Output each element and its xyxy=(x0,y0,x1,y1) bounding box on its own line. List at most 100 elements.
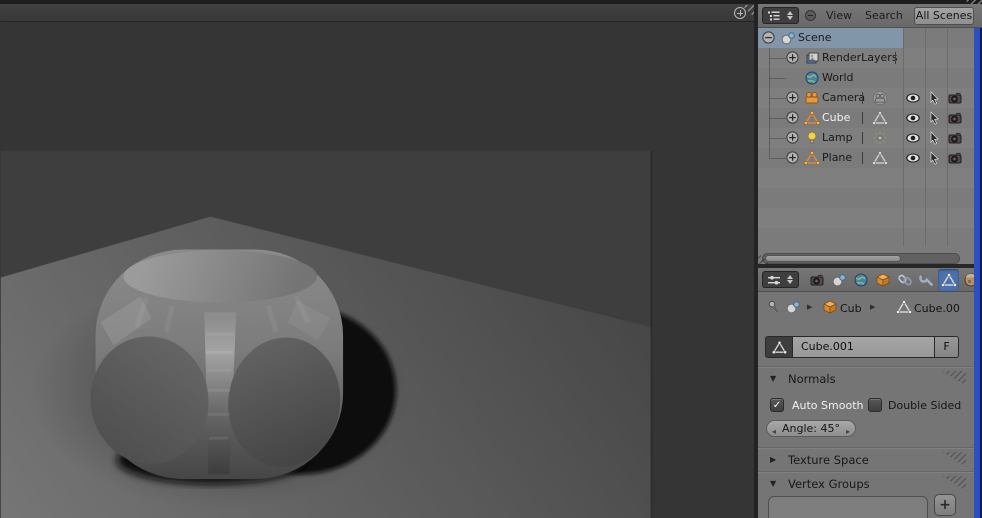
auto-smooth-checkbox[interactable]: ✓ xyxy=(770,398,784,412)
panel-header-texture-space[interactable]: ▶ Texture Space xyxy=(758,451,974,469)
visibility-eye-icon[interactable] xyxy=(905,130,921,146)
panel-header-normals[interactable]: ▼ Normals xyxy=(758,370,974,388)
tab-constraints-icon[interactable] xyxy=(894,269,915,291)
tab-object-data-icon[interactable] xyxy=(938,269,959,291)
selector-arrows-icon xyxy=(784,11,796,20)
selectability-cursor-icon[interactable] xyxy=(926,110,942,126)
selectability-cursor-icon[interactable] xyxy=(926,130,942,146)
mesh-object-icon xyxy=(804,150,820,166)
tab-world-icon[interactable] xyxy=(850,269,871,291)
outliner-row-scene[interactable]: Scene xyxy=(758,28,974,48)
expand-icon[interactable] xyxy=(786,91,799,104)
auto-smooth-label[interactable]: Auto Smooth xyxy=(792,399,863,412)
item-label[interactable]: Scene xyxy=(798,31,832,44)
mesh-data-icon xyxy=(872,110,888,126)
breadcrumb-arrow-icon: ▶ xyxy=(807,303,813,311)
visibility-eye-icon[interactable] xyxy=(905,110,921,126)
increment-arrow-icon[interactable]: ▸ xyxy=(846,424,850,439)
camera-object-icon xyxy=(804,90,820,106)
vertex-groups-list[interactable] xyxy=(768,496,928,518)
renderlayers-icon xyxy=(804,50,820,66)
panel-divider xyxy=(758,447,974,449)
display-mode-dropdown[interactable]: All Scenes xyxy=(914,7,974,25)
breadcrumb-mesh-icon[interactable] xyxy=(896,299,912,315)
double-sided-label[interactable]: Double Sided xyxy=(888,399,961,412)
datablock-name-input[interactable]: Cube.001 xyxy=(793,336,935,358)
outliner-row-world[interactable]: World xyxy=(758,68,974,88)
editor-type-selector[interactable] xyxy=(762,271,799,288)
renderability-camera-icon[interactable] xyxy=(947,110,963,126)
outliner[interactable]: Scene RenderLayers World Camera Cube Lam… xyxy=(758,28,974,264)
panel-title[interactable]: Vertex Groups xyxy=(788,477,870,491)
collapse-triangle-icon[interactable]: ▼ xyxy=(770,374,776,383)
expand-icon[interactable] xyxy=(786,131,799,144)
panel-drag-icon[interactable] xyxy=(942,452,966,467)
breadcrumb-mesh-label[interactable]: Cube.00 xyxy=(914,302,960,315)
selectability-cursor-icon[interactable] xyxy=(926,90,942,106)
tab-render-icon[interactable] xyxy=(806,269,827,291)
collapse-icon[interactable] xyxy=(762,31,775,44)
smoothed-cube[interactable] xyxy=(83,249,347,480)
item-label[interactable]: World xyxy=(822,71,854,84)
double-sided-checkbox[interactable] xyxy=(868,398,882,412)
outliner-header[interactable]: View Search All Scenes xyxy=(758,4,982,28)
panel-header-vertex-groups[interactable]: ▼ Vertex Groups xyxy=(758,475,974,493)
collapse-triangle-icon[interactable]: ▼ xyxy=(770,479,776,488)
breadcrumb-scene-icon[interactable] xyxy=(785,299,801,315)
breadcrumb-object-icon[interactable] xyxy=(822,299,838,315)
fake-user-button[interactable]: F xyxy=(935,336,959,358)
add-vertex-group-button[interactable]: + xyxy=(934,494,956,516)
visibility-eye-icon[interactable] xyxy=(905,90,921,106)
expand-icon[interactable] xyxy=(786,151,799,164)
panel-drag-icon[interactable] xyxy=(942,476,966,491)
menu-view[interactable]: View xyxy=(826,9,852,22)
properties-panel[interactable]: ▶ Cub ▶ Cube.00 Cube.001 F ▼ Normals ✓ A… xyxy=(758,292,974,518)
selectability-cursor-icon[interactable] xyxy=(926,150,942,166)
outliner-row-plane[interactable]: Plane xyxy=(758,148,974,168)
breadcrumb-object-label[interactable]: Cub xyxy=(840,302,862,315)
visibility-eye-icon[interactable] xyxy=(905,150,921,166)
add-region-icon[interactable] xyxy=(734,7,746,19)
tab-object-icon[interactable] xyxy=(872,269,893,291)
item-label[interactable]: Plane xyxy=(822,151,852,164)
panel-title[interactable]: Normals xyxy=(788,372,836,386)
viewport-scene[interactable] xyxy=(0,23,754,518)
item-label[interactable]: Camera xyxy=(822,91,865,104)
tab-modifiers-icon[interactable] xyxy=(916,269,937,291)
scene-icon xyxy=(780,30,796,46)
decrement-arrow-icon[interactable]: ◂ xyxy=(772,424,776,439)
item-label[interactable]: Cube xyxy=(822,111,850,124)
expand-icon[interactable] xyxy=(786,51,799,64)
editor-type-selector[interactable] xyxy=(762,7,799,24)
panel-title[interactable]: Texture Space xyxy=(788,453,869,467)
filter-minus-icon[interactable] xyxy=(805,10,816,21)
collapse-triangle-icon[interactable]: ▶ xyxy=(770,455,776,464)
3d-viewport[interactable] xyxy=(0,4,754,518)
viewport-canvas[interactable] xyxy=(0,23,754,518)
outliner-row-lamp[interactable]: Lamp xyxy=(758,128,974,148)
menu-search[interactable]: Search xyxy=(865,9,903,22)
pipe-divider xyxy=(895,52,896,64)
right-panel: View Search All Scenes Scene RenderLayer… xyxy=(758,4,982,518)
angle-value[interactable]: Angle: 45° xyxy=(782,422,840,435)
outliner-row-renderlayers[interactable]: RenderLayers xyxy=(758,48,974,68)
angle-slider[interactable]: ◂ Angle: 45° ▸ xyxy=(766,420,856,437)
viewport-header[interactable] xyxy=(0,4,754,22)
expand-icon[interactable] xyxy=(786,111,799,124)
outliner-row-camera[interactable]: Camera xyxy=(758,88,974,108)
renderability-camera-icon[interactable] xyxy=(947,90,963,106)
horizontal-scrollbar[interactable] xyxy=(762,253,960,264)
outliner-editor-icon xyxy=(763,10,784,22)
tab-scene-icon[interactable] xyxy=(828,269,849,291)
pin-icon[interactable] xyxy=(766,299,782,315)
renderability-camera-icon[interactable] xyxy=(947,150,963,166)
properties-header[interactable] xyxy=(758,268,982,292)
mesh-data-icon xyxy=(872,150,888,166)
renderability-camera-icon[interactable] xyxy=(947,130,963,146)
pipe-divider xyxy=(862,92,863,104)
outliner-row-cube[interactable]: Cube xyxy=(758,108,974,128)
item-label[interactable]: RenderLayers xyxy=(822,51,898,64)
panel-drag-icon[interactable] xyxy=(942,371,966,386)
scrollbar-thumb[interactable] xyxy=(765,255,901,262)
item-label[interactable]: Lamp xyxy=(822,131,853,144)
